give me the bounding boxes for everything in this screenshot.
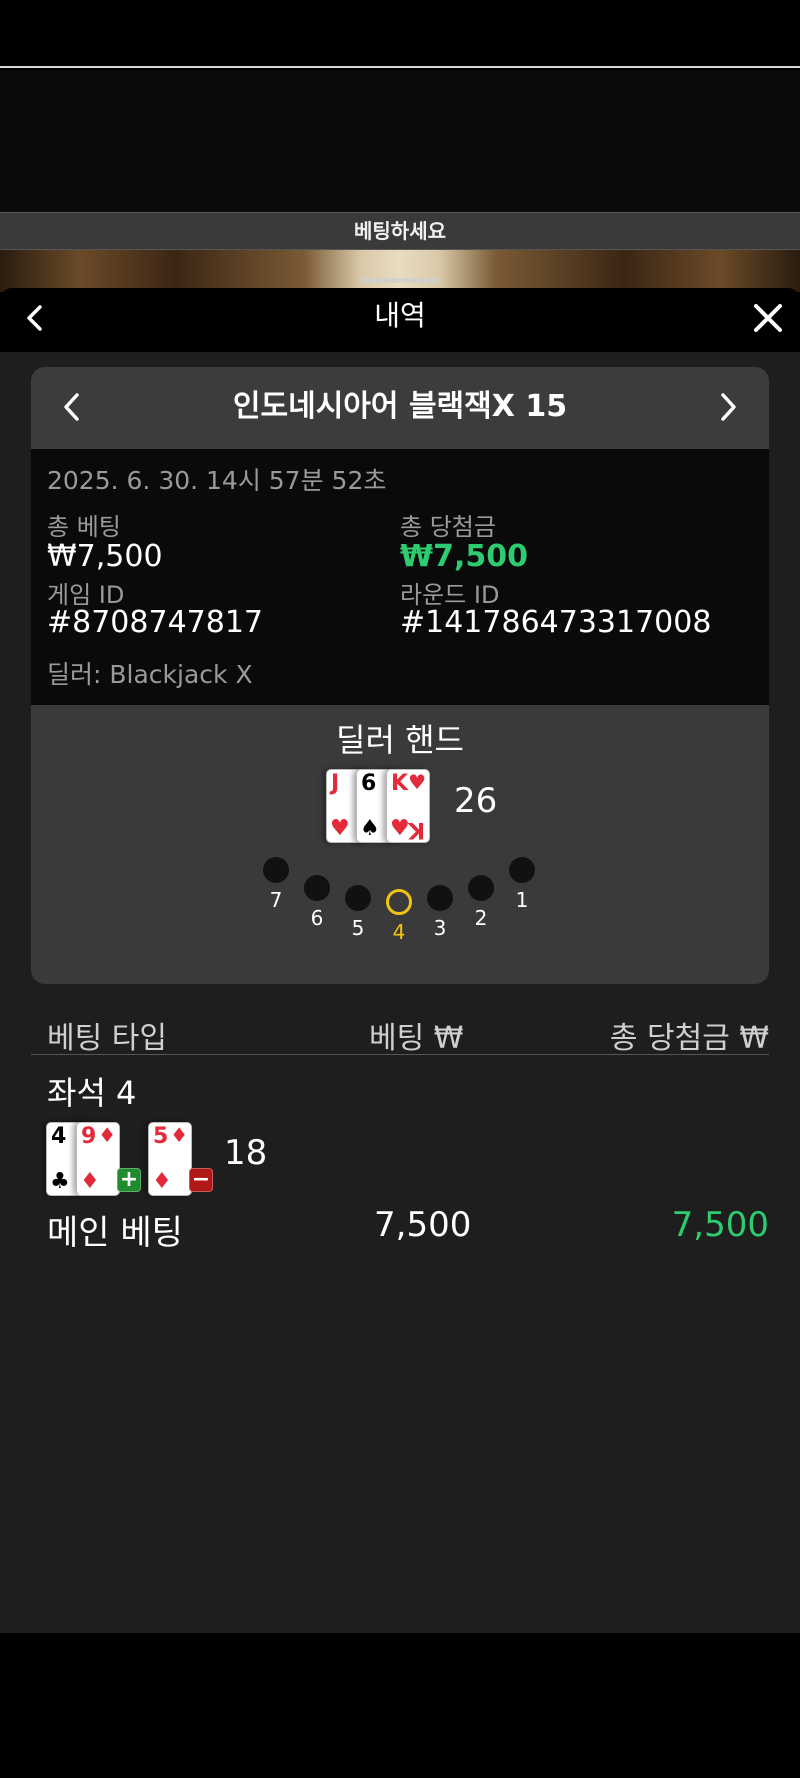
player-cards: 4 ♣ 9 ♦ ♦ + 5 ♦ ♦ − (46, 1122, 216, 1200)
card-rank: 4 (51, 1124, 67, 1149)
playing-card: 5 ♦ ♦ (148, 1122, 192, 1196)
seat-indicator: 3 (425, 885, 455, 940)
total-bet-value: ₩7,500 (47, 539, 163, 574)
card-suit: ♦ (170, 1123, 188, 1147)
win-amount: 7,500 (671, 1205, 769, 1245)
dealer-total: 26 (454, 781, 498, 821)
split-minus-icon: − (189, 1168, 213, 1192)
playing-card: 9 ♦ ♦ (76, 1122, 120, 1196)
game-title: 인도네시아어 블랙잭X 15 (232, 389, 568, 424)
card-suit: ♦ (152, 1169, 172, 1194)
seat-indicator-active: 4 (384, 889, 414, 944)
bet-amount: 7,500 (374, 1205, 472, 1245)
round-detail-panel: 인도네시아어 블랙잭X 15 2025. 6. 30. 14시 57분 52초 … (31, 367, 769, 984)
game-id-value: #8708747817 (47, 605, 264, 640)
live-video-area (0, 70, 800, 212)
sheet-title: 내역 (374, 299, 426, 332)
total-win-value: ₩7,500 (400, 539, 528, 574)
history-sheet: 내역 인도네시아어 블랙잭X 15 2025. 6. 30. 14시 57분 5… (0, 288, 800, 1633)
round-datetime: 2025. 6. 30. 14시 57분 52초 (47, 466, 387, 495)
bottom-area (0, 1633, 800, 1778)
card-suit: ♠ (360, 816, 380, 841)
sheet-drag-handle[interactable] (360, 278, 440, 283)
card-rank: K (407, 817, 425, 842)
bet-type: 메인 베팅 (47, 1213, 183, 1253)
card-suit: ♥ (408, 770, 426, 794)
card-suit: ♥ (390, 816, 410, 841)
player-total: 18 (224, 1133, 268, 1173)
seat-indicator: 5 (343, 885, 373, 940)
card-suit: ♦ (80, 1169, 100, 1194)
seat-label: 좌석 4 (47, 1074, 137, 1112)
card-rank: J (331, 771, 340, 796)
chevron-right-icon (721, 393, 736, 421)
card-suit: ♣ (50, 1169, 70, 1194)
card-suit: ♦ (98, 1123, 116, 1147)
dealer-cards: J ♥ 6 ♠ K ♥ ♥ K (326, 769, 446, 845)
playing-card: K ♥ ♥ K (386, 769, 430, 843)
card-suit: ♥ (330, 816, 350, 841)
card-rank: 6 (361, 771, 377, 796)
seat-indicator: 1 (507, 857, 537, 912)
status-area (0, 0, 800, 68)
dealer-name: 딜러: Blackjack X (47, 660, 253, 689)
place-bets-banner: 베팅하세요 (0, 212, 800, 250)
card-rank: K (391, 771, 409, 796)
sheet-header: 내역 (0, 288, 800, 352)
table-row: 메인 베팅 7,500 7,500 (47, 1205, 769, 1255)
total-bet-label: 총 베팅 (47, 513, 121, 541)
dealer-hand-section: 딜러 핸드 J ♥ 6 ♠ K ♥ ♥ K 26 7 6 5 4 3 2 1 (31, 705, 769, 984)
card-rank: 9 (81, 1124, 97, 1149)
card-rank: 5 (153, 1124, 169, 1149)
round-id-value: #141786473317008 (400, 605, 712, 640)
next-round-button[interactable] (709, 387, 749, 427)
total-win-label: 총 당첨금 (400, 513, 496, 541)
seat-indicator: 2 (466, 875, 496, 930)
seat-indicator: 6 (302, 875, 332, 930)
close-button[interactable] (746, 296, 790, 340)
bets-table-header: 베팅 타입 베팅 ₩ 총 당첨금 ₩ (31, 1013, 769, 1056)
col-total-win: 총 당첨금 ₩ (609, 1021, 769, 1056)
split-plus-icon: + (117, 1168, 141, 1192)
game-navigation: 인도네시아어 블랙잭X 15 (31, 367, 769, 449)
casino-background (0, 250, 800, 292)
col-bet-type: 베팅 타입 (47, 1021, 167, 1056)
col-bet-amount: 베팅 ₩ (369, 1021, 464, 1056)
seat-indicator: 7 (261, 857, 291, 912)
close-icon (754, 304, 782, 332)
dealer-hand-title: 딜러 핸드 (336, 721, 464, 759)
round-info: 2025. 6. 30. 14시 57분 52초 총 베팅 ₩7,500 총 당… (31, 449, 769, 705)
